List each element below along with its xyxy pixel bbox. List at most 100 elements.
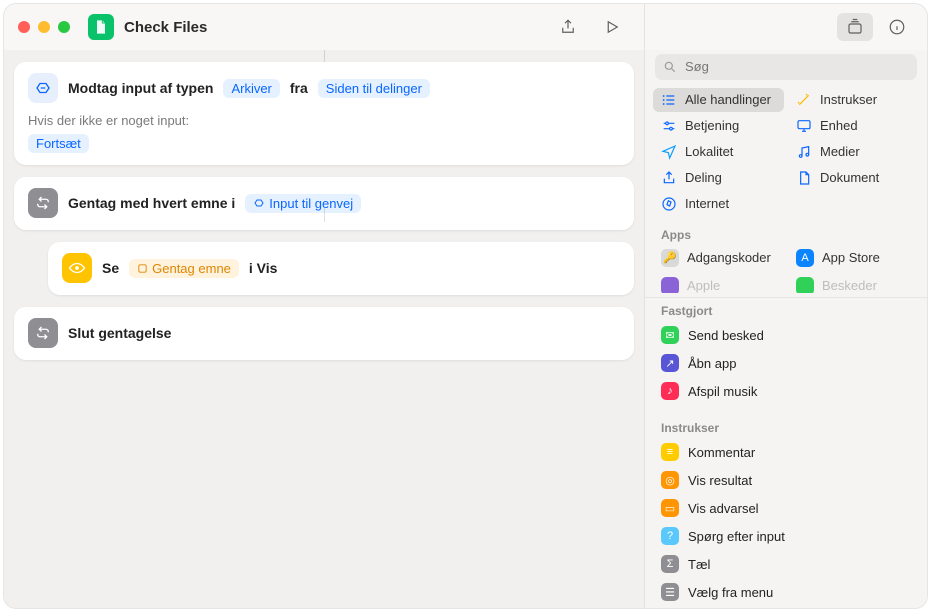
see-label: Se bbox=[102, 260, 119, 276]
section-pinned-label: Fastgjort bbox=[645, 298, 927, 321]
action-icon: ☰ bbox=[661, 583, 679, 601]
category-medier[interactable]: Medier bbox=[788, 140, 919, 164]
share-icon bbox=[661, 170, 677, 186]
script-spørg-efter-input[interactable]: ? Spørg efter input bbox=[653, 522, 919, 550]
action-label: Åbn app bbox=[688, 356, 736, 371]
apps-grid: 🔑Adgangskoder A App Store Apple Beskeder bbox=[645, 245, 927, 293]
action-icon: ≡ bbox=[661, 443, 679, 461]
app-apple[interactable]: Apple bbox=[653, 273, 784, 293]
script-kommentar[interactable]: ≡Kommentar bbox=[653, 438, 919, 466]
action-label: Spørg efter input bbox=[688, 529, 785, 544]
sidebar-toolbar bbox=[644, 4, 927, 50]
action-label: Vis resultat bbox=[688, 473, 752, 488]
action-quicklook[interactable]: Se Gentag emne i Vis bbox=[48, 242, 634, 295]
category-lokalitet[interactable]: Lokalitet bbox=[653, 140, 784, 164]
fullscreen-window-button[interactable] bbox=[58, 21, 70, 33]
workflow-editor[interactable]: Modtag input af typen Arkiver fra Siden … bbox=[4, 50, 644, 608]
scripts-list: ≡Kommentar ◎ Vis resultat ▭ Vis advarsel? Spø… bbox=[645, 438, 927, 608]
category-betjening[interactable]: Betjening bbox=[653, 114, 784, 138]
action-icon: ? bbox=[661, 527, 679, 545]
library-toggle-button[interactable] bbox=[837, 13, 873, 41]
minimize-window-button[interactable] bbox=[38, 21, 50, 33]
search-input[interactable] bbox=[683, 58, 909, 75]
nav-icon bbox=[661, 144, 677, 160]
share-button[interactable] bbox=[550, 13, 586, 41]
titlebar: Check Files bbox=[4, 4, 644, 50]
repeat-variable-label: Input til genvej bbox=[269, 196, 353, 211]
app-icon: A bbox=[796, 249, 814, 267]
app-window: Check Files bbox=[4, 4, 927, 608]
category-grid: Alle handlinger Instrukser Betjening Enhed L… bbox=[645, 88, 927, 222]
action-icon: ◎ bbox=[661, 471, 679, 489]
app-adgangskoder[interactable]: 🔑Adgangskoder bbox=[653, 245, 784, 271]
search-icon bbox=[663, 60, 677, 74]
pinned-send-besked[interactable]: ✉Send besked bbox=[653, 321, 919, 349]
action-end-repeat[interactable]: Slut gentagelse bbox=[14, 307, 634, 360]
action-repeat-each[interactable]: Gentag med hvert emne i Input til genvej bbox=[14, 177, 634, 230]
compass-icon bbox=[661, 196, 677, 212]
input-source-token[interactable]: Siden til delinger bbox=[318, 79, 430, 98]
app-label: App Store bbox=[822, 250, 880, 265]
app-label: Beskeder bbox=[822, 278, 877, 293]
desktop-icon bbox=[796, 118, 812, 134]
repeat-variable-token[interactable]: Input til genvej bbox=[245, 194, 361, 213]
list-icon bbox=[661, 92, 677, 108]
app-beskeder[interactable]: Beskeder bbox=[788, 273, 919, 293]
category-deling[interactable]: Deling bbox=[653, 166, 784, 190]
script-vælg-fra-menu[interactable]: ☰ Vælg fra menu bbox=[653, 578, 919, 606]
category-enhed[interactable]: Enhed bbox=[788, 114, 919, 138]
repeat-item-token[interactable]: Gentag emne bbox=[129, 259, 239, 278]
app-app-store[interactable]: A App Store bbox=[788, 245, 919, 271]
category-label: Alle handlinger bbox=[685, 92, 771, 107]
no-input-behavior-token[interactable]: Fortsæt bbox=[28, 134, 89, 153]
category-label: Internet bbox=[685, 196, 729, 211]
category-label: Betjening bbox=[685, 118, 739, 133]
music-icon bbox=[796, 144, 812, 160]
quicklook-icon bbox=[62, 253, 92, 283]
action-label: Vis advarsel bbox=[688, 501, 759, 516]
pinned-list: ✉Send besked↗Åbn app ♪ Afspil musik bbox=[645, 321, 927, 407]
action-icon: ✉ bbox=[661, 326, 679, 344]
repeat-icon bbox=[28, 188, 58, 218]
action-receive-input[interactable]: Modtag input af typen Arkiver fra Siden … bbox=[14, 62, 634, 165]
category-label: Medier bbox=[820, 144, 860, 159]
run-button[interactable] bbox=[594, 13, 630, 41]
script-tæl[interactable]: Σ Tæl bbox=[653, 550, 919, 578]
category-internet[interactable]: Internet bbox=[653, 192, 784, 216]
no-input-label: Hvis der ikke er noget input: bbox=[28, 113, 620, 128]
category-label: Enhed bbox=[820, 118, 858, 133]
script-vis-advarsel[interactable]: ▭ Vis advarsel bbox=[653, 494, 919, 522]
script-vis-resultat[interactable]: ◎ Vis resultat bbox=[653, 466, 919, 494]
pinned-åbn-app[interactable]: ↗Åbn app bbox=[653, 349, 919, 377]
category-label: Instrukser bbox=[820, 92, 877, 107]
pinned-afspil-musik[interactable]: ♪ Afspil musik bbox=[653, 377, 919, 405]
action-icon: ▭ bbox=[661, 499, 679, 517]
category-dokument[interactable]: Dokument bbox=[788, 166, 919, 190]
shortcut-icon bbox=[88, 14, 114, 40]
category-instrukser[interactable]: Instrukser bbox=[788, 88, 919, 112]
action-icon: Σ bbox=[661, 555, 679, 573]
app-icon bbox=[796, 277, 814, 293]
section-scripts-label: Instrukser bbox=[645, 415, 927, 438]
search-field[interactable] bbox=[655, 54, 917, 80]
category-label: Dokument bbox=[820, 170, 879, 185]
category-label: Deling bbox=[685, 170, 722, 185]
action-label: Afspil musik bbox=[688, 384, 757, 399]
app-label: Apple bbox=[687, 278, 720, 293]
action-icon: ♪ bbox=[661, 382, 679, 400]
see-in-word: i Vis bbox=[249, 260, 278, 276]
end-repeat-label: Slut gentagelse bbox=[68, 325, 171, 341]
category-alle-handlinger[interactable]: Alle handlinger bbox=[653, 88, 784, 112]
repeat-label: Gentag med hvert emne i bbox=[68, 195, 235, 211]
doc-icon bbox=[796, 170, 812, 186]
app-icon bbox=[661, 277, 679, 293]
actions-sidebar: Alle handlinger Instrukser Betjening Enhed L… bbox=[644, 50, 927, 608]
repeat-item-label: Gentag emne bbox=[152, 261, 231, 276]
action-label: Tæl bbox=[688, 557, 710, 572]
close-window-button[interactable] bbox=[18, 21, 30, 33]
app-label: Adgangskoder bbox=[687, 250, 771, 265]
action-label: Vælg fra menu bbox=[688, 585, 773, 600]
info-button[interactable] bbox=[879, 13, 915, 41]
category-label: Lokalitet bbox=[685, 144, 733, 159]
input-type-token[interactable]: Arkiver bbox=[223, 79, 279, 98]
